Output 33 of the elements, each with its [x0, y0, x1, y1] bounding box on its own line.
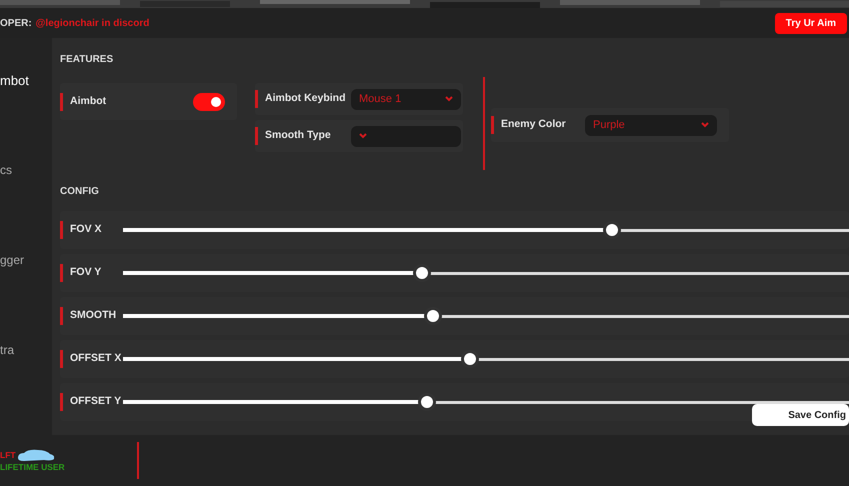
- plan-label: LIFETIME USER: [0, 462, 66, 473]
- dropdown-value: Purple: [593, 118, 625, 133]
- save-config-button[interactable]: Save Config: [752, 404, 849, 426]
- dropdown-label: Aimbot Keybind: [265, 91, 346, 106]
- slider-label: SMOOTH: [70, 308, 118, 324]
- username: LFT: [0, 450, 16, 460]
- chevron-icon: [359, 133, 367, 139]
- sidebar-item[interactable]: mbot: [0, 74, 52, 164]
- dropdown-label: Smooth Type: [265, 128, 332, 144]
- slider-thumb[interactable]: [418, 392, 436, 410]
- try-aim-button[interactable]: Try Ur Aim: [774, 12, 847, 34]
- slider-label: OFFSET X: [70, 351, 122, 366]
- chevron-icon: [701, 122, 709, 128]
- redaction-mark: [16, 448, 56, 462]
- slider-thumb[interactable]: [602, 220, 621, 238]
- sidebar-item[interactable]: cs: [0, 164, 52, 254]
- sidebar-item[interactable]: tra: [0, 344, 52, 434]
- section-title: CONFIG: [60, 185, 99, 199]
- header-label: OPER:: [0, 16, 32, 30]
- dropdown-value: Mouse 1: [359, 92, 402, 107]
- dropdown-label: Enemy Color: [501, 117, 567, 132]
- sidebar-item[interactable]: gger: [0, 254, 52, 344]
- section-title: FEATURES: [60, 53, 114, 67]
- contact-text: @legionchair in discord: [36, 16, 150, 30]
- toggle-switch[interactable]: [193, 92, 225, 110]
- slider-label: FOV Y: [70, 265, 102, 280]
- slider-thumb[interactable]: [461, 350, 480, 368]
- slider-label: OFFSET Y: [70, 394, 122, 410]
- slider-label: FOV X: [70, 222, 103, 238]
- toggle-label: Aimbot: [70, 94, 108, 109]
- slider-thumb[interactable]: [424, 306, 442, 324]
- slider-thumb[interactable]: [413, 264, 432, 282]
- chevron-icon: [445, 96, 453, 102]
